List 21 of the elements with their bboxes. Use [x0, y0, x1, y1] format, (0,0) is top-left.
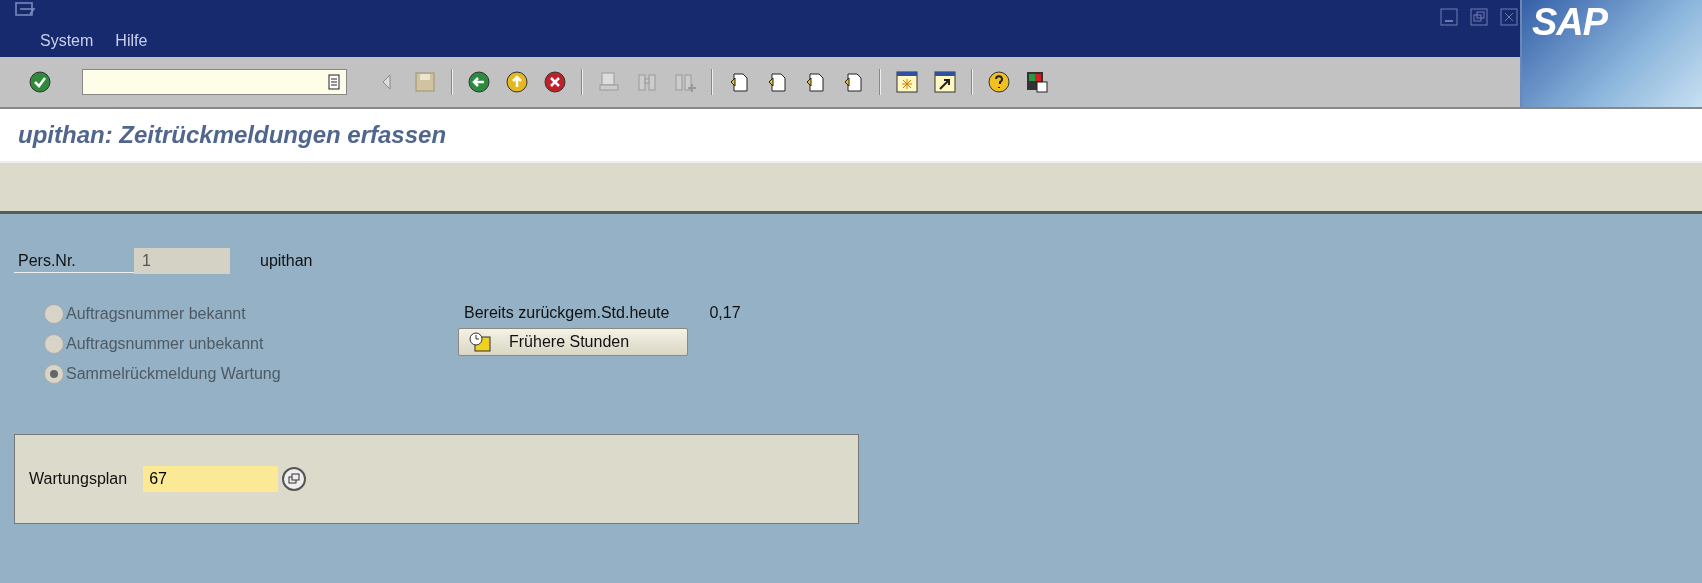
sap-logo: SAP: [1532, 0, 1608, 44]
user-name: upithan: [260, 252, 313, 270]
menu-item[interactable]: System: [40, 32, 94, 50]
hours-value: 0,17: [709, 304, 741, 322]
multiple-selection-icon[interactable]: [281, 466, 308, 492]
menu-item[interactable]: Hilfe: [115, 32, 148, 50]
screen-title: upithan: Zeitrückmeldungen erfassen: [18, 121, 447, 149]
check-icon[interactable]: [28, 70, 52, 94]
clock-folder-icon: [469, 332, 491, 352]
earlier-hours-button[interactable]: Frühere Stunden: [458, 328, 688, 356]
personnel-number-field[interactable]: 1: [134, 248, 230, 274]
cancel-icon[interactable]: [543, 70, 567, 94]
field-label: Wartungsplan: [29, 470, 128, 488]
shortcut-icon[interactable]: [933, 70, 957, 94]
maintenance-plan-field[interactable]: 67: [143, 466, 279, 492]
command-field[interactable]: [82, 69, 347, 95]
hours-label: Bereits zurückgem.Std.heute: [464, 304, 670, 322]
dropdown-icon[interactable]: [328, 74, 340, 90]
new-window-icon[interactable]: [895, 70, 919, 94]
help-icon[interactable]: [987, 70, 1011, 94]
layout-icon[interactable]: [1025, 70, 1049, 94]
